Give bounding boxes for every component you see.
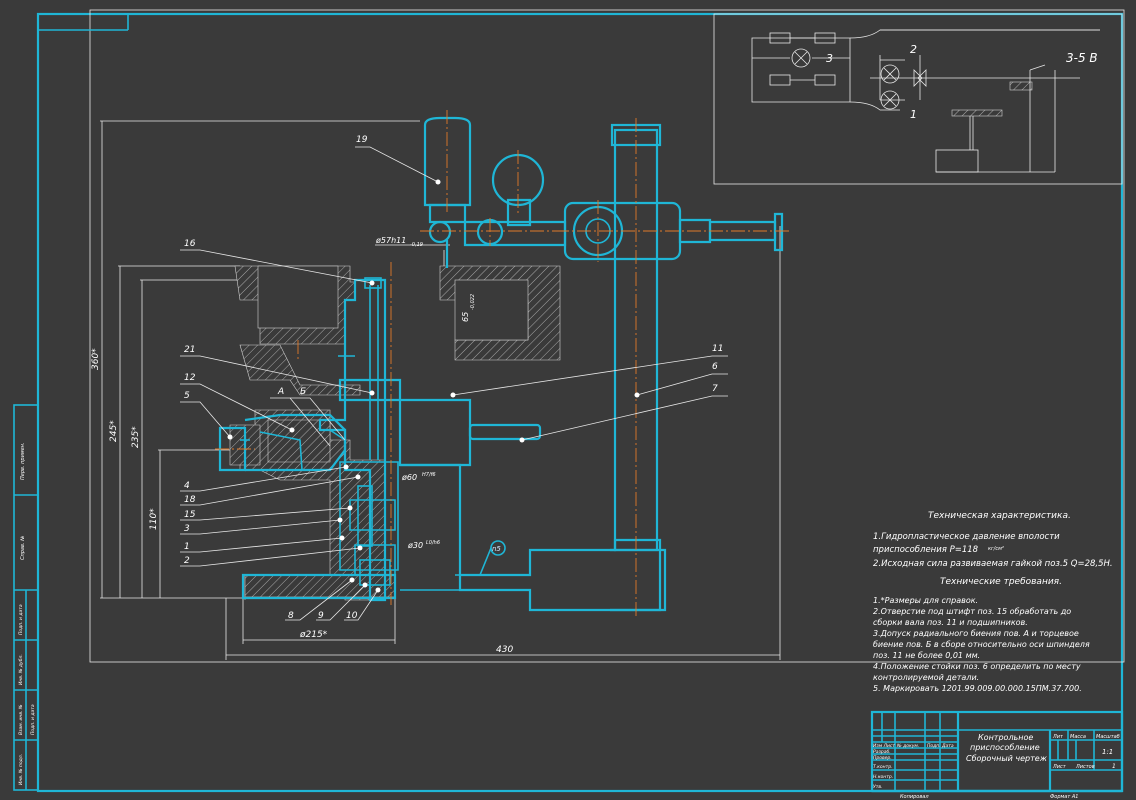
title-block: Изм Лист № докум. Подп. Дата Разраб. Про… bbox=[870, 710, 1124, 800]
circuit-diagram: 3 2 1 3-5 В bbox=[713, 13, 1123, 185]
dim-phi215: ø215* bbox=[299, 630, 328, 640]
tech-req-title: Технические требования. bbox=[940, 577, 1062, 587]
callout-16: 16 bbox=[184, 239, 196, 249]
tech-char-title: Техническая характеристика. bbox=[928, 511, 1071, 521]
stamp-text: Инв. № дубл. bbox=[18, 654, 24, 685]
stamp-text: Подп. и дата bbox=[30, 704, 36, 735]
assembly-contours bbox=[218, 116, 784, 612]
tb-row: № докум. bbox=[896, 743, 919, 749]
tb-sheets-val: 1 bbox=[1112, 763, 1116, 770]
dim-360: 360* bbox=[91, 348, 101, 370]
tb-row: Утв. bbox=[873, 784, 882, 790]
dim-235: 235* bbox=[131, 426, 141, 448]
tech-char-line2: 2.Исходная сила развиваемая гайкой поз.5… bbox=[873, 559, 1113, 569]
callout-18: 18 bbox=[184, 495, 196, 505]
assembly-drawing: Перв. примен. Справ. № Подп. и дата Инв.… bbox=[13, 9, 1125, 800]
tb-row: Дата bbox=[941, 743, 954, 749]
tech-req-line: 3.Допуск радиального биения пов. А и тор… bbox=[873, 629, 1079, 638]
tech-characteristics: Техническая характеристика. 1.Гидропласт… bbox=[873, 511, 1113, 569]
tb-scale-val: 1:1 bbox=[1102, 748, 1113, 756]
callout-15: 15 bbox=[184, 510, 196, 520]
dim-phi30-fit: L0/h6 bbox=[426, 540, 440, 546]
callout-6: 6 bbox=[712, 362, 718, 372]
callout-7: 7 bbox=[712, 384, 718, 394]
tech-char-line1b: приспособления P=118 bbox=[873, 545, 979, 555]
tb-sheet: Лист bbox=[1052, 764, 1067, 770]
callout-10: 10 bbox=[346, 611, 358, 621]
roughness-mark: n5 bbox=[492, 545, 501, 553]
dim-phi57-tol: -0,19 bbox=[410, 242, 423, 248]
callout-B: Б bbox=[300, 387, 306, 397]
tech-req-line: 1.*Размеры для справок. bbox=[873, 596, 978, 605]
dim-65: 65 bbox=[461, 312, 470, 322]
tb-name2: приспособление bbox=[970, 743, 1040, 752]
tb-copied: Копировал bbox=[900, 794, 929, 800]
stamp-text: Перв. примен. bbox=[20, 442, 26, 480]
dim-65-tol: -0,022 bbox=[470, 294, 476, 310]
tech-req-line: сборки вала поз. 11 и подшипников. bbox=[873, 618, 1028, 627]
dim-phi57: ø57h11 bbox=[375, 236, 406, 245]
tech-req-line: 5. Маркировать 1201.99.009.00.000.15ПМ.3… bbox=[873, 684, 1082, 693]
tech-char-line1a: 1.Гидропластическое давление вполости bbox=[873, 532, 1060, 542]
tech-req-line: биение пов. Б в сборе относительно оси ш… bbox=[873, 640, 1090, 649]
callout-4: 4 bbox=[184, 481, 190, 491]
callout-11: 11 bbox=[712, 344, 723, 354]
tech-req-line: поз. 11 не более 0,01 мм. bbox=[873, 651, 980, 660]
tech-req-line: контролируемой детали. bbox=[873, 673, 979, 682]
tech-req-line: 2.Отверстие под штифт поз. 15 обработать… bbox=[873, 607, 1071, 616]
tb-sheets: Листов bbox=[1075, 764, 1095, 770]
tb-row: Т.контр. bbox=[873, 764, 893, 770]
tb-lit: Лит bbox=[1052, 734, 1064, 740]
callout-2: 2 bbox=[184, 556, 190, 566]
tb-row: Разраб. bbox=[873, 749, 891, 755]
stamp-text: Подп. и дата bbox=[18, 604, 24, 635]
side-stamp: Перв. примен. Справ. № Подп. и дата Инв.… bbox=[13, 404, 39, 791]
stamp-text: Инв. № подл. bbox=[18, 754, 24, 785]
callout-21: 21 bbox=[184, 345, 195, 355]
callout-A: А bbox=[277, 387, 284, 397]
stamp-text: Взам. инв. № bbox=[18, 704, 24, 735]
callout-3: 3 bbox=[184, 524, 190, 534]
tb-format: Формат А1 bbox=[1050, 794, 1078, 800]
callout-9: 9 bbox=[318, 611, 324, 621]
tb-mass: Масса bbox=[1070, 734, 1086, 740]
dimension-lines bbox=[100, 120, 781, 660]
tech-char-unit: кг/см² bbox=[988, 546, 1004, 552]
tech-requirements: Технические требования. 1.*Размеры для с… bbox=[873, 577, 1090, 693]
tb-row: Изм Лист bbox=[873, 743, 895, 749]
tb-row: Провер. bbox=[873, 755, 892, 761]
lamp-label-3: 3 bbox=[826, 52, 833, 65]
tb-name1: Контрольное bbox=[978, 733, 1033, 742]
callout-12: 12 bbox=[184, 373, 196, 383]
stamp-text: Справ. № bbox=[20, 536, 26, 560]
callout-5: 5 bbox=[184, 391, 190, 401]
callout-1: 1 bbox=[184, 542, 190, 552]
tech-req-line: 4.Положение стойки поз. 6 определить по … bbox=[873, 662, 1081, 671]
voltage-label: 3-5 В bbox=[1066, 51, 1098, 65]
dim-430: 430 bbox=[496, 645, 513, 655]
dim-phi60-fit: H7/f6 bbox=[422, 472, 436, 478]
dim-245: 245* bbox=[109, 420, 119, 442]
lamp-label-2: 2 bbox=[910, 43, 917, 56]
dim-110: 110* bbox=[149, 508, 159, 530]
tb-scale: Масштаб bbox=[1096, 734, 1120, 740]
tb-name3: Сборочный чертеж bbox=[966, 754, 1048, 763]
callout-19: 19 bbox=[356, 135, 368, 145]
dim-phi60: ø60 bbox=[401, 473, 417, 482]
tb-row: Н.контр. bbox=[873, 774, 893, 780]
lamp-label-1: 1 bbox=[910, 108, 917, 121]
dim-phi30: ø30 bbox=[407, 541, 423, 550]
tb-row: Подп. bbox=[927, 743, 941, 749]
callout-8: 8 bbox=[288, 611, 294, 621]
